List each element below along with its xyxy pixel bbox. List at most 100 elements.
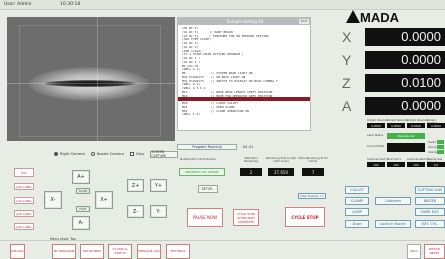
cycle-stop-button[interactable]: CYCLE STOP xyxy=(285,207,325,227)
right-camera-radio[interactable]: Right Camera xyxy=(54,152,85,156)
message-log-button[interactable]: MESSAGE LOG xyxy=(137,244,161,259)
cutting-gas-button[interactable]: CUTTING GAS xyxy=(415,186,445,194)
user-label: User: Admin xyxy=(4,2,32,7)
laser-status-value: Operational xyxy=(387,133,425,139)
multiple-part-note: Multiple Part Cut Production xyxy=(180,158,217,161)
gated-indicator xyxy=(437,140,444,144)
jog-long-button-2[interactable]: JOG LONG xyxy=(14,197,34,204)
pause-now-button[interactable]: PAUSE NOW xyxy=(187,208,223,227)
setup-button[interactable]: SETUP... xyxy=(198,185,218,193)
interlock-indicator-1 xyxy=(437,145,444,149)
nozzle-camera-radio[interactable]: Nozzle Camera xyxy=(90,152,124,156)
jog-fast-button[interactable]: FAST xyxy=(76,206,90,212)
jog-y-plus-button[interactable]: Y+ xyxy=(150,179,167,192)
parts-remaining-label: Parts Remaining To Fill Carrier xyxy=(298,157,328,163)
nc-program-viewer[interactable]: Sample testing 00 EXIT (M1 WC 4) (U1 WC 5… xyxy=(177,17,311,131)
axis-y-value: 0.0000 xyxy=(365,51,445,69)
axis-a-label: A xyxy=(342,98,352,114)
jog-mode-button[interactable]: JOG xyxy=(14,168,34,177)
water-button[interactable]: WATER xyxy=(415,197,445,205)
parts-remaining-value: 7 xyxy=(302,168,324,176)
close-program-button[interactable]: EXIT xyxy=(299,19,309,24)
jog-long-button-4[interactable]: JOG LONG xyxy=(14,223,34,230)
settings-button[interactable]: SETTINGS xyxy=(166,244,190,259)
jog-x-minus-button[interactable]: X- xyxy=(44,191,62,209)
program-running-label: Program Running xyxy=(177,144,237,150)
axis-a-readout: A 0.0000 xyxy=(342,97,445,115)
grey-checkbox[interactable]: Grey xyxy=(129,152,144,156)
camera-options: Right Camera Nozzle Camera Grey SCREEN C… xyxy=(54,150,184,158)
override-value-3: 100 xyxy=(407,162,425,167)
override-value-4: 0.0 xyxy=(427,162,445,167)
axis-z-value: 0.0100 xyxy=(365,74,445,92)
remaining-length-label: Remaining Tube Length (with scrap) xyxy=(265,157,297,163)
total-parts-label: Total Parts Remaining xyxy=(244,157,258,163)
jog-long-button-3[interactable]: JOG LONG xyxy=(14,210,34,217)
laser-status-label: Laser Status xyxy=(367,134,384,137)
screen-capture-button[interactable]: SCREEN CAPTURE xyxy=(150,150,179,158)
jog-a-minus-button[interactable]: A- xyxy=(72,216,90,230)
output-label-2: Output Absolute xyxy=(387,119,409,122)
axis-y-readout: Y 0.0000 xyxy=(342,51,445,69)
output-label-1: Output Absolute xyxy=(367,119,389,122)
gated-label: Gated xyxy=(428,141,436,144)
current-state-label: Current State xyxy=(367,145,385,148)
remaining-length-value: 27.650 xyxy=(268,168,294,176)
override-row: Override Feed % Override % Override Rapi… xyxy=(367,158,445,170)
axis-a-value: 0.0000 xyxy=(365,97,445,115)
current-state-value xyxy=(387,143,425,152)
jog-z-plus-button[interactable]: Z+ xyxy=(127,179,144,192)
jog-y-minus-button[interactable]: Y- xyxy=(150,205,167,218)
output-value-4: 0.0000 xyxy=(427,123,445,128)
clamp-button[interactable]: CLAMP xyxy=(345,197,369,205)
load-in-bunch-button[interactable]: Load In Bunch xyxy=(375,220,411,228)
program-line-number: N1-41 xyxy=(243,145,254,149)
output-value-1: 0.0000 xyxy=(367,123,385,128)
program-title-bar: Sample testing 00 EXIT xyxy=(178,18,310,25)
clock: 10:30:18 xyxy=(60,2,81,7)
program-title: Sample testing 00 xyxy=(226,19,264,24)
interlock-indicator-2 xyxy=(437,150,444,154)
program-status-row: Program Running N1-41 xyxy=(177,144,311,151)
ext-cyl-button[interactable]: EXT. CYL. xyxy=(415,220,445,228)
override-label-1: Override Feed % xyxy=(367,158,389,161)
code-line: (WELL 1.2) xyxy=(182,112,201,117)
job-log-button[interactable]: JOB LOG xyxy=(10,244,25,259)
output-value-2: 0.0000 xyxy=(387,123,405,128)
multiple-cut-button[interactable]: MULTIPLE CUT ACTIVE xyxy=(179,168,225,176)
svg-text:MADA: MADA xyxy=(360,10,400,24)
axis-x-readout: X 0.0000 xyxy=(342,28,445,46)
fume-extractor-button[interactable]: FUME EXT. xyxy=(415,208,445,216)
override-label-2: Override % xyxy=(387,158,402,161)
total-parts-value: 2 xyxy=(240,168,262,176)
device-reset-button[interactable]: DEVICE RESET xyxy=(424,244,445,259)
cycle-stop-after-part-button[interactable]: CYCLE STOP AFTER PART COMPLETE xyxy=(233,209,259,226)
setup-new-button[interactable]: SETUP NEW xyxy=(80,244,104,259)
collet-button[interactable]: COLLET xyxy=(345,186,369,194)
jog-long-button-1[interactable]: JOG LONG xyxy=(14,183,34,190)
override-value-1: 100 xyxy=(367,162,385,167)
io-ctrl-status-button[interactable]: DI CTRL & STATUS xyxy=(108,244,132,259)
output-status-row: Output Absolute Output Absolute Output A… xyxy=(367,119,445,131)
company-logo: MADA xyxy=(344,8,444,25)
catchers-button[interactable]: Catchers xyxy=(375,197,411,205)
mem-button[interactable]: Mem xyxy=(407,244,421,259)
axis-y-label: Y xyxy=(342,52,352,68)
axis-z-label: Z xyxy=(342,75,351,91)
logo-mark-icon: MADA xyxy=(346,10,400,25)
output-label-3: Output Absolute xyxy=(407,119,429,122)
camera-view[interactable] xyxy=(7,17,175,141)
jog-z-minus-button[interactable]: Z- xyxy=(127,205,144,218)
view-details-link[interactable]: View Details >> xyxy=(298,193,326,199)
jog-slow-button[interactable]: SLOW xyxy=(76,188,90,194)
lamp-button[interactable]: LAMP xyxy=(345,208,369,216)
door-button[interactable]: Door xyxy=(345,220,369,228)
footer-menu: JOB LOG NC PROGRAM SETUP NEW DI CTRL & S… xyxy=(0,240,445,259)
output-value-3: 0.0100 xyxy=(407,123,425,128)
nc-program-button[interactable]: NC PROGRAM xyxy=(52,244,76,259)
axis-x-value: 0.0000 xyxy=(365,28,445,46)
axis-x-label: X xyxy=(342,29,352,45)
jog-x-plus-button[interactable]: X+ xyxy=(95,191,113,209)
program-code-lines: (M1 WC 4) (U1 WC 5) (( PART BEGIN (U1 WC 5… xyxy=(182,26,310,117)
jog-a-plus-button[interactable]: A+ xyxy=(72,170,90,184)
